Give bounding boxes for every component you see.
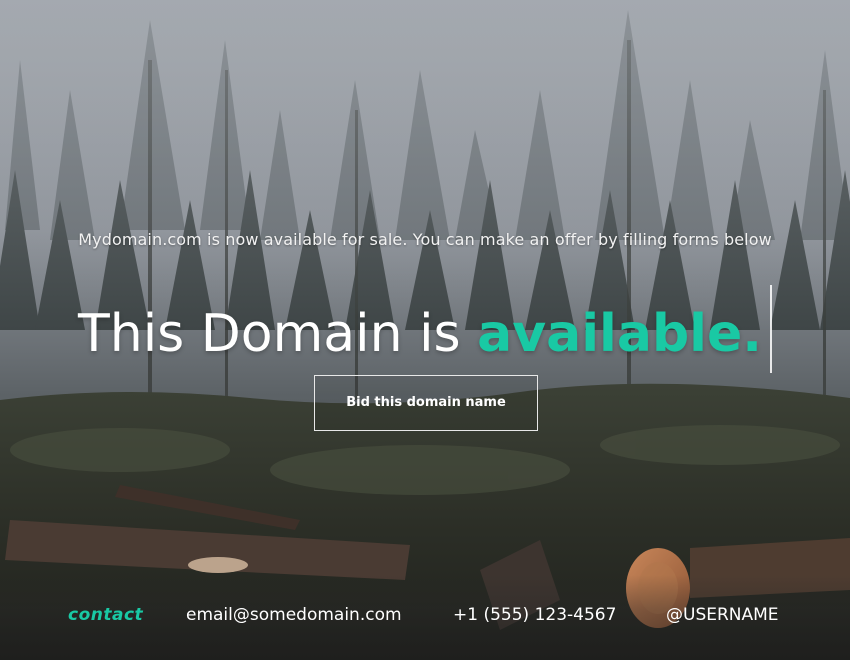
phone-link[interactable]: +1 (555) 123-4567 [453,605,616,625]
landing-page: Mydomain.com is now available for sale. … [0,0,850,660]
username-link[interactable]: @USERNAME [666,605,779,625]
sale-tagline: Mydomain.com is now available for sale. … [78,230,772,249]
contact-label: contact [68,605,144,625]
email-link[interactable]: email@somedomain.com [186,605,402,625]
headline-accent: available. [477,304,763,364]
page-title: This Domain is available. [0,285,850,373]
typing-caret [770,285,773,373]
bid-domain-button[interactable]: Bid this domain name [314,375,538,431]
headline-prefix: This Domain is [77,304,478,364]
